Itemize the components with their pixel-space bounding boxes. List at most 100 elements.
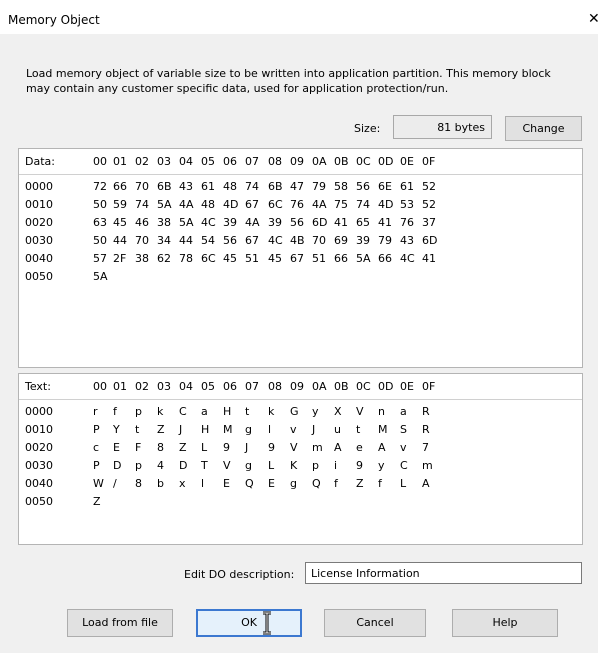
data-grid-cell: 6D — [422, 234, 438, 247]
text-grid-col-header: 07 — [245, 380, 259, 393]
text-grid-cell: l — [268, 423, 272, 436]
data-grid-col-header: 0A — [312, 155, 327, 168]
text-grid-cell: C — [179, 405, 187, 418]
text-grid-cell: g — [290, 477, 297, 490]
data-grid-row-address: 0050 — [25, 270, 53, 283]
data-grid-cell: 58 — [334, 180, 348, 193]
text-grid-cell: F — [135, 441, 142, 454]
data-grid-cell: 43 — [179, 180, 193, 193]
data-grid-cell: 2F — [113, 252, 127, 265]
data-grid-cell: 66 — [334, 252, 348, 265]
data-grid-col-header: 02 — [135, 155, 149, 168]
text-grid-col-header: 09 — [290, 380, 304, 393]
close-icon[interactable]: ✕ — [588, 11, 598, 27]
text-grid-cell: t — [135, 423, 140, 436]
data-grid-cell: 6E — [378, 180, 392, 193]
text-grid-row-address: 0040 — [25, 477, 53, 490]
data-grid-cell: 47 — [290, 180, 304, 193]
data-grid-row-address: 0000 — [25, 180, 53, 193]
text-grid-cell: T — [201, 459, 208, 472]
text-grid-cell: g — [245, 459, 252, 472]
text-grid-cell: Z — [356, 477, 364, 490]
data-grid-cell: 44 — [113, 234, 127, 247]
data-grid-cell: 50 — [93, 234, 107, 247]
data-grid-cell: 69 — [334, 234, 348, 247]
text-grid-cell: H — [223, 405, 232, 418]
text-grid-cell: E — [223, 477, 230, 490]
text-grid-cell: D — [113, 459, 122, 472]
text-grid-cell: y — [378, 459, 385, 472]
text-grid[interactable]: Text: 00 01 02 03 04 05 06 07 08 09 0A 0B 0C 0D 0E 0F 000… — [18, 373, 583, 545]
data-grid-cell: 79 — [378, 234, 392, 247]
data-grid-cell: 34 — [157, 234, 171, 247]
text-grid-cell: b — [157, 477, 164, 490]
description-input[interactable] — [305, 562, 582, 584]
text-grid-cell: W — [93, 477, 104, 490]
data-grid-cell: 67 — [245, 234, 259, 247]
data-grid-cell: 43 — [400, 234, 414, 247]
text-grid-cell: c — [93, 441, 100, 454]
text-grid-col-header: 06 — [223, 380, 237, 393]
text-grid-cell: S — [400, 423, 407, 436]
data-grid-cell: 5A — [93, 270, 108, 283]
data-grid-cell: 56 — [223, 234, 237, 247]
text-grid-cell: m — [312, 441, 323, 454]
text-grid-cell: A — [334, 441, 342, 454]
text-grid-col-header: 08 — [268, 380, 282, 393]
text-grid-cell: i — [334, 459, 338, 472]
data-grid-col-header: 07 — [245, 155, 259, 168]
data-grid-cell: 4C — [400, 252, 415, 265]
data-grid-cell: 67 — [245, 198, 259, 211]
size-value: 81 bytes — [393, 115, 492, 139]
data-grid[interactable]: Data: 00 01 02 03 04 05 06 07 08 09 0A 0B 0C 0D 0E 0F 000… — [18, 148, 583, 368]
text-cursor-icon — [263, 611, 271, 635]
text-grid-cell: Q — [245, 477, 254, 490]
ok-button[interactable]: OK — [196, 609, 302, 637]
text-grid-cell: 7 — [422, 441, 429, 454]
data-grid-header-label: Data: — [25, 155, 55, 168]
data-grid-cell: 4D — [223, 198, 239, 211]
text-grid-cell: J — [312, 423, 316, 436]
text-grid-cell: g — [245, 423, 252, 436]
data-grid-col-header: 04 — [179, 155, 193, 168]
data-grid-cell: 4A — [179, 198, 194, 211]
data-grid-cell: 48 — [223, 180, 237, 193]
text-grid-cell: m — [422, 459, 433, 472]
text-grid-cell: K — [290, 459, 298, 472]
text-grid-row-address: 0000 — [25, 405, 53, 418]
data-grid-cell: 4B — [290, 234, 305, 247]
text-grid-cell: v — [290, 423, 297, 436]
text-grid-cell: J — [179, 423, 183, 436]
data-grid-cell: 76 — [290, 198, 304, 211]
text-grid-cell: A — [422, 477, 430, 490]
data-grid-cell: 6C — [201, 252, 216, 265]
change-button[interactable]: Change — [505, 116, 582, 141]
text-grid-cell: p — [135, 459, 142, 472]
data-grid-cell: 65 — [356, 216, 370, 229]
text-grid-col-header: 0C — [356, 380, 371, 393]
text-grid-col-header: 0F — [422, 380, 436, 393]
text-grid-cell: a — [400, 405, 407, 418]
data-grid-cell: 5A — [356, 252, 371, 265]
data-grid-cell: 52 — [422, 180, 436, 193]
data-grid-cell: 74 — [356, 198, 370, 211]
text-grid-cell: 8 — [157, 441, 164, 454]
text-grid-col-header: 0A — [312, 380, 327, 393]
data-grid-row-address: 0040 — [25, 252, 53, 265]
text-grid-cell: u — [334, 423, 341, 436]
data-grid-cell: 59 — [113, 198, 127, 211]
data-grid-cell: 6C — [268, 198, 283, 211]
data-grid-col-header: 0D — [378, 155, 394, 168]
data-grid-cell: 46 — [135, 216, 149, 229]
cancel-button[interactable]: Cancel — [324, 609, 426, 637]
data-grid-cell: 48 — [201, 198, 215, 211]
text-grid-col-header: 04 — [179, 380, 193, 393]
load-from-file-button[interactable]: Load from file — [67, 609, 173, 637]
data-grid-cell: 39 — [223, 216, 237, 229]
text-grid-cell: E — [268, 477, 275, 490]
data-grid-cell: 44 — [179, 234, 193, 247]
data-grid-cell: 6D — [312, 216, 328, 229]
data-grid-cell: 74 — [245, 180, 259, 193]
help-button[interactable]: Help — [452, 609, 558, 637]
data-grid-cell: 6B — [268, 180, 283, 193]
